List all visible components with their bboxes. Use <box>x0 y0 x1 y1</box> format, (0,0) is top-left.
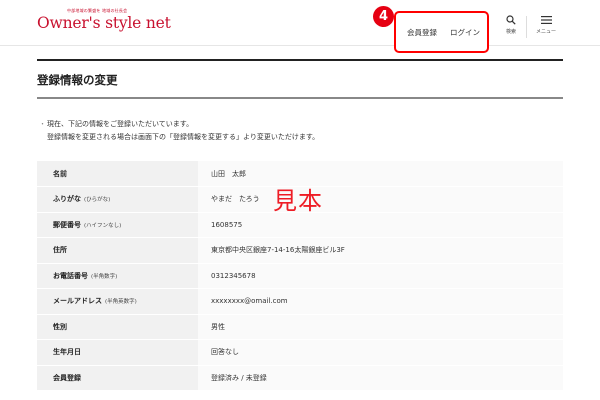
row-label: ふりがな (ひらがな) <box>37 186 198 213</box>
label-text: ふりがな <box>53 195 81 204</box>
row-label: 生年月日 <box>37 339 198 366</box>
site-header: 中部地域の繁盛を 地域の社長会 Owner's style net 検索 メニュ… <box>0 0 600 46</box>
row-label: お電話番号 (半角数字) <box>37 263 198 289</box>
menu-button[interactable]: メニュー <box>529 15 563 35</box>
label-text: 名前 <box>53 169 67 178</box>
row-label: 会員登録 <box>37 365 198 391</box>
label-text: 会員登録 <box>53 373 81 382</box>
search-label: 検索 <box>505 29 516 35</box>
row-value: 回答なし <box>198 339 563 366</box>
title-rule-bottom <box>37 97 563 99</box>
note-line: ・現在、下記の情報をご登録いただいています。 <box>39 118 319 131</box>
label-note: (半角数字) <box>91 273 118 280</box>
row-value: 1608575 <box>198 212 563 238</box>
row-value: xxxxxxxx@omail.com <box>198 288 563 315</box>
note-line: 登録情報を変更される場合は画面下の「登録情報を変更する」より変更いただけます。 <box>39 131 319 144</box>
row-value: 登録済み / 未登録 <box>198 365 563 391</box>
site-logo[interactable]: 中部地域の繁盛を 地域の社長会 Owner's style net <box>37 8 177 40</box>
table-row: お電話番号 (半角数字) 0312345678 <box>37 263 563 289</box>
page-title: 登録情報の変更 <box>37 73 118 87</box>
label-note: (半角英数字) <box>105 299 137 306</box>
step-badge: 4 <box>373 6 394 27</box>
logo-text: Owner's style net <box>37 14 171 32</box>
table-row: 生年月日 回答なし <box>37 339 563 366</box>
search-icon <box>506 15 516 25</box>
table-row: メールアドレス (半角英数字) xxxxxxxx@omail.com <box>37 288 563 315</box>
label-text: 性別 <box>53 322 67 331</box>
menu-label: メニュー <box>535 29 556 35</box>
table-row: 住所 東京都中央区銀座7-14-16太陽銀座ビル3F <box>37 237 563 264</box>
label-text: お電話番号 <box>53 271 88 280</box>
login-link[interactable]: ログイン <box>450 27 480 38</box>
title-rule-top <box>37 59 563 61</box>
note-text: 現在、下記の情報をご登録いただいています。 <box>47 120 194 128</box>
row-value: 東京都中央区銀座7-14-16太陽銀座ビル3F <box>198 237 563 264</box>
row-label: 住所 <box>37 237 198 264</box>
search-button[interactable]: 検索 <box>494 15 528 35</box>
label-text: メールアドレス <box>53 297 102 306</box>
row-label: メールアドレス (半角英数字) <box>37 288 198 315</box>
row-value: 山田 太郎 <box>198 161 563 187</box>
label-text: 生年月日 <box>53 348 81 357</box>
hamburger-icon <box>540 16 552 24</box>
highlight-box: 会員登録 ログイン <box>394 11 489 53</box>
notes: ・現在、下記の情報をご登録いただいています。 登録情報を変更される場合は画面下の… <box>39 118 319 143</box>
table-row: 会員登録 登録済み / 未登録 <box>37 365 563 391</box>
table-row: 性別 男性 <box>37 314 563 340</box>
row-value: 0312345678 <box>198 263 563 289</box>
row-label: 性別 <box>37 314 198 340</box>
row-label: 名前 <box>37 161 198 187</box>
label-text: 住所 <box>53 246 67 255</box>
label-note: (ハイフンなし) <box>84 222 122 229</box>
row-value: 男性 <box>198 314 563 340</box>
label-text: 郵便番号 <box>53 220 81 229</box>
sample-watermark: 見本 <box>273 187 323 215</box>
note-text: 登録情報を変更される場合は画面下の「登録情報を変更する」より変更いただけます。 <box>47 132 320 141</box>
label-note: (ひらがな) <box>84 197 111 204</box>
row-label: 郵便番号 (ハイフンなし) <box>37 212 198 238</box>
row-value: やまだ たろう <box>198 186 563 213</box>
bullet-icon: ・ <box>39 120 46 128</box>
register-link[interactable]: 会員登録 <box>407 27 437 38</box>
header-divider <box>526 16 527 38</box>
